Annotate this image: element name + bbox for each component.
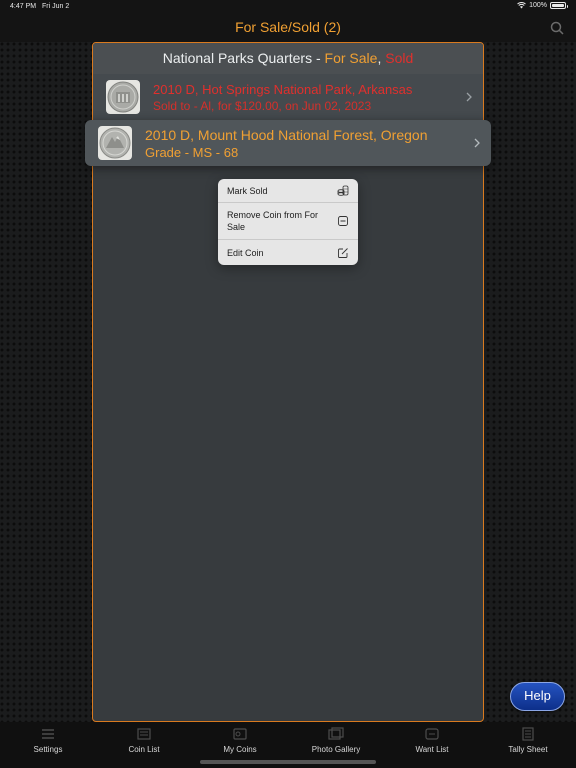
coin-text: 2010 D, Hot Springs National Park, Arkan… <box>153 82 465 113</box>
photo-gallery-icon <box>328 727 344 740</box>
coins-stack-icon <box>337 185 349 196</box>
tab-coin-list[interactable]: Coin List <box>96 722 192 768</box>
coin-text: 2010 D, Mount Hood National Forest, Oreg… <box>145 127 473 160</box>
menu-item-label: Remove Coin from For Sale <box>227 210 319 232</box>
status-date: Fri Jun 2 <box>42 3 70 10</box>
home-indicator[interactable] <box>200 760 376 764</box>
help-button[interactable]: Help <box>510 682 565 711</box>
menu-item-mark-sold[interactable]: Mark Sold <box>218 179 358 203</box>
page-title: For Sale/Sold (2) <box>235 19 341 35</box>
coin-icon <box>99 127 131 159</box>
coin-title: 2010 D, Mount Hood National Forest, Oreg… <box>145 126 428 143</box>
chevron-right-icon <box>474 138 480 148</box>
status-time: 4:47 PM <box>10 3 37 10</box>
tab-label: Settings <box>33 745 63 754</box>
tab-label: Want List <box>415 745 449 754</box>
edit-square-icon <box>338 247 348 258</box>
menu-item-edit-coin[interactable]: Edit Coin <box>218 240 358 265</box>
tally-sheet-icon <box>522 727 534 741</box>
nav-bar: For Sale/Sold (2) <box>0 14 576 42</box>
menu-item-remove-for-sale[interactable]: Remove Coin from For Sale <box>218 203 358 240</box>
tab-label: Tally Sheet <box>508 745 548 754</box>
menu-item-label: Mark Sold <box>227 185 268 196</box>
chevron-right-icon <box>466 92 472 102</box>
tab-want-list[interactable]: Want List <box>384 722 480 768</box>
tab-label: Coin List <box>128 745 160 754</box>
want-list-icon <box>425 728 439 740</box>
tab-label: Photo Gallery <box>311 745 361 754</box>
menu-item-label: Edit Coin <box>227 247 264 258</box>
coin-image <box>98 126 132 160</box>
context-menu: Mark Sold Remove Coin from For Sale Edit… <box>218 179 358 265</box>
tab-settings[interactable]: Settings <box>0 722 96 768</box>
coin-row-for-sale[interactable]: 2010 D, Mount Hood National Forest, Oreg… <box>85 120 491 166</box>
coin-subtitle: Sold to - Al, for $120.00, on Jun 02, 20… <box>153 98 372 113</box>
coin-row-sold[interactable]: 2010 D, Hot Springs National Park, Arkan… <box>93 74 483 120</box>
wifi-icon <box>517 2 526 9</box>
status-right: 100% <box>517 2 568 9</box>
remove-square-icon <box>338 216 348 226</box>
status-bar: 4:47 PM Fri Jun 2 100% <box>0 0 576 14</box>
coin-title: 2010 D, Hot Springs National Park, Arkan… <box>153 81 413 97</box>
tab-label: My Coins <box>223 745 257 754</box>
search-icon[interactable] <box>550 21 564 35</box>
tab-tally-sheet[interactable]: Tally Sheet <box>480 722 576 768</box>
panel-header-prefix: National Parks Quarters - <box>162 50 325 66</box>
coins-icon <box>233 728 247 740</box>
panel-header-sold: Sold <box>385 50 414 66</box>
coin-icon <box>107 81 139 113</box>
panel-header: National Parks Quarters - For Sale, Sold <box>93 43 483 74</box>
battery-percent: 100% <box>529 2 547 9</box>
list-icon <box>137 728 151 740</box>
coin-image <box>106 80 140 114</box>
battery-icon <box>550 2 568 9</box>
coin-subtitle: Grade - MS - 68 <box>145 144 239 160</box>
settings-icon <box>42 729 54 739</box>
panel-header-sale: For Sale <box>324 50 378 66</box>
